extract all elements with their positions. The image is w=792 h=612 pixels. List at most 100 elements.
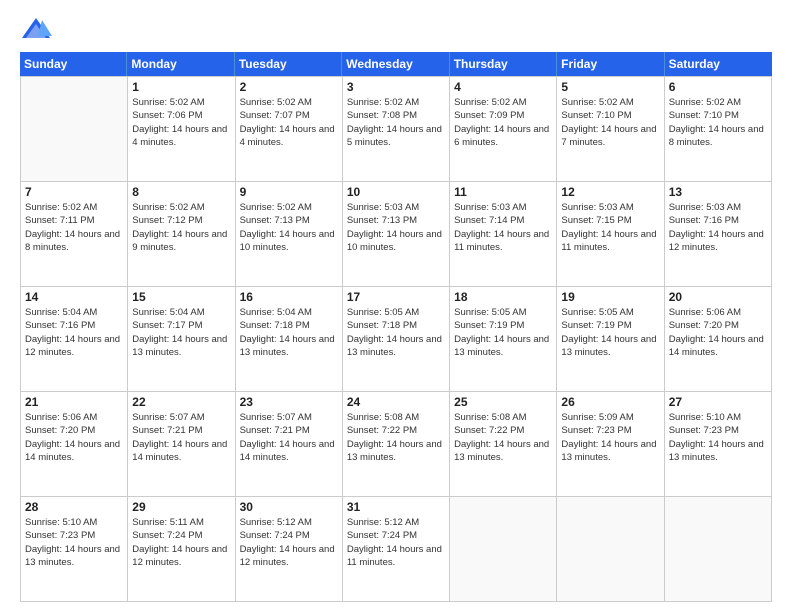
- day-number: 24: [347, 395, 445, 409]
- calendar-cell: 10 Sunrise: 5:03 AMSunset: 7:13 PMDayligh…: [343, 182, 450, 287]
- calendar-cell: 26 Sunrise: 5:09 AMSunset: 7:23 PMDayligh…: [557, 392, 664, 497]
- logo: [20, 16, 56, 44]
- calendar-cell: 28 Sunrise: 5:10 AMSunset: 7:23 PMDayligh…: [21, 497, 128, 602]
- calendar-cell: [450, 497, 557, 602]
- calendar-cell: [21, 77, 128, 182]
- day-number: 13: [669, 185, 767, 199]
- header-cell-saturday: Saturday: [665, 52, 772, 76]
- day-info: Sunrise: 5:05 AMSunset: 7:19 PMDaylight:…: [454, 306, 552, 359]
- calendar-cell: 9Sunrise: 5:02 AMSunset: 7:13 PMDaylight…: [236, 182, 343, 287]
- day-info: Sunrise: 5:02 AMSunset: 7:13 PMDaylight:…: [240, 201, 338, 254]
- day-info: Sunrise: 5:02 AMSunset: 7:11 PMDaylight:…: [25, 201, 123, 254]
- calendar-cell: 24 Sunrise: 5:08 AMSunset: 7:22 PMDayligh…: [343, 392, 450, 497]
- day-number: 2: [240, 80, 338, 94]
- calendar-cell: 1 Sunrise: 5:02 AMSunset: 7:06 PMDaylight…: [128, 77, 235, 182]
- day-number: 25: [454, 395, 552, 409]
- day-info: Sunrise: 5:03 AMSunset: 7:14 PMDaylight:…: [454, 201, 552, 254]
- calendar-cell: 8Sunrise: 5:02 AMSunset: 7:12 PMDaylight…: [128, 182, 235, 287]
- calendar-cell: 12Sunrise: 5:03 AMSunset: 7:15 PMDayligh…: [557, 182, 664, 287]
- calendar-cell: 30 Sunrise: 5:12 AMSunset: 7:24 PMDayligh…: [236, 497, 343, 602]
- day-number: 29: [132, 500, 230, 514]
- day-info: Sunrise: 5:04 AMSunset: 7:18 PMDaylight:…: [240, 306, 338, 359]
- day-info: Sunrise: 5:02 AMSunset: 7:10 PMDaylight:…: [669, 96, 767, 149]
- calendar-cell: 7 Sunrise: 5:02 AMSunset: 7:11 PMDaylight…: [21, 182, 128, 287]
- day-number: 16: [240, 290, 338, 304]
- day-number: 19: [561, 290, 659, 304]
- day-number: 28: [25, 500, 123, 514]
- day-info: Sunrise: 5:02 AMSunset: 7:07 PMDaylight:…: [240, 96, 338, 149]
- calendar-week-1: 1 Sunrise: 5:02 AMSunset: 7:06 PMDaylight…: [21, 77, 772, 182]
- day-number: 1: [132, 80, 230, 94]
- day-number: 15: [132, 290, 230, 304]
- day-info: Sunrise: 5:02 AMSunset: 7:09 PMDaylight:…: [454, 96, 552, 149]
- calendar-cell: 2 Sunrise: 5:02 AMSunset: 7:07 PMDaylight…: [236, 77, 343, 182]
- day-number: 8: [132, 185, 230, 199]
- day-info: Sunrise: 5:08 AMSunset: 7:22 PMDaylight:…: [454, 411, 552, 464]
- day-number: 22: [132, 395, 230, 409]
- day-number: 3: [347, 80, 445, 94]
- calendar-cell: 31 Sunrise: 5:12 AMSunset: 7:24 PMDayligh…: [343, 497, 450, 602]
- calendar-week-3: 14 Sunrise: 5:04 AMSunset: 7:16 PMDayligh…: [21, 287, 772, 392]
- day-number: 6: [669, 80, 767, 94]
- day-number: 7: [25, 185, 123, 199]
- calendar-cell: 16 Sunrise: 5:04 AMSunset: 7:18 PMDayligh…: [236, 287, 343, 392]
- day-info: Sunrise: 5:09 AMSunset: 7:23 PMDaylight:…: [561, 411, 659, 464]
- calendar-cell: 27 Sunrise: 5:10 AMSunset: 7:23 PMDayligh…: [665, 392, 772, 497]
- day-info: Sunrise: 5:11 AMSunset: 7:24 PMDaylight:…: [132, 516, 230, 569]
- day-number: 26: [561, 395, 659, 409]
- day-info: Sunrise: 5:04 AMSunset: 7:17 PMDaylight:…: [132, 306, 230, 359]
- calendar-cell: 25 Sunrise: 5:08 AMSunset: 7:22 PMDayligh…: [450, 392, 557, 497]
- day-info: Sunrise: 5:04 AMSunset: 7:16 PMDaylight:…: [25, 306, 123, 359]
- calendar-header: SundayMondayTuesdayWednesdayThursdayFrid…: [20, 52, 772, 76]
- calendar-week-5: 28 Sunrise: 5:10 AMSunset: 7:23 PMDayligh…: [21, 497, 772, 602]
- day-number: 20: [669, 290, 767, 304]
- day-info: Sunrise: 5:07 AMSunset: 7:21 PMDaylight:…: [132, 411, 230, 464]
- day-info: Sunrise: 5:03 AMSunset: 7:13 PMDaylight:…: [347, 201, 445, 254]
- day-info: Sunrise: 5:12 AMSunset: 7:24 PMDaylight:…: [347, 516, 445, 569]
- calendar-cell: 6 Sunrise: 5:02 AMSunset: 7:10 PMDaylight…: [665, 77, 772, 182]
- day-info: Sunrise: 5:05 AMSunset: 7:18 PMDaylight:…: [347, 306, 445, 359]
- day-number: 11: [454, 185, 552, 199]
- calendar-body: 1 Sunrise: 5:02 AMSunset: 7:06 PMDaylight…: [20, 76, 772, 602]
- calendar-week-4: 21 Sunrise: 5:06 AMSunset: 7:20 PMDayligh…: [21, 392, 772, 497]
- logo-icon: [20, 16, 52, 44]
- day-number: 17: [347, 290, 445, 304]
- calendar-cell: 14 Sunrise: 5:04 AMSunset: 7:16 PMDayligh…: [21, 287, 128, 392]
- day-info: Sunrise: 5:10 AMSunset: 7:23 PMDaylight:…: [25, 516, 123, 569]
- day-number: 14: [25, 290, 123, 304]
- header-cell-tuesday: Tuesday: [235, 52, 342, 76]
- day-info: Sunrise: 5:06 AMSunset: 7:20 PMDaylight:…: [25, 411, 123, 464]
- day-info: Sunrise: 5:02 AMSunset: 7:10 PMDaylight:…: [561, 96, 659, 149]
- calendar-cell: 5 Sunrise: 5:02 AMSunset: 7:10 PMDaylight…: [557, 77, 664, 182]
- calendar-cell: 21 Sunrise: 5:06 AMSunset: 7:20 PMDayligh…: [21, 392, 128, 497]
- calendar-cell: 23Sunrise: 5:07 AMSunset: 7:21 PMDayligh…: [236, 392, 343, 497]
- day-info: Sunrise: 5:02 AMSunset: 7:06 PMDaylight:…: [132, 96, 230, 149]
- header-cell-friday: Friday: [557, 52, 664, 76]
- calendar-cell: [557, 497, 664, 602]
- day-number: 5: [561, 80, 659, 94]
- day-number: 18: [454, 290, 552, 304]
- day-info: Sunrise: 5:07 AMSunset: 7:21 PMDaylight:…: [240, 411, 338, 464]
- calendar-cell: 22 Sunrise: 5:07 AMSunset: 7:21 PMDayligh…: [128, 392, 235, 497]
- day-number: 31: [347, 500, 445, 514]
- day-info: Sunrise: 5:10 AMSunset: 7:23 PMDaylight:…: [669, 411, 767, 464]
- header-cell-wednesday: Wednesday: [342, 52, 449, 76]
- header-cell-monday: Monday: [127, 52, 234, 76]
- page: SundayMondayTuesdayWednesdayThursdayFrid…: [0, 0, 792, 612]
- day-number: 30: [240, 500, 338, 514]
- header: [20, 16, 772, 44]
- day-info: Sunrise: 5:08 AMSunset: 7:22 PMDaylight:…: [347, 411, 445, 464]
- calendar: SundayMondayTuesdayWednesdayThursdayFrid…: [20, 52, 772, 602]
- header-cell-thursday: Thursday: [450, 52, 557, 76]
- day-number: 27: [669, 395, 767, 409]
- calendar-cell: 15 Sunrise: 5:04 AMSunset: 7:17 PMDayligh…: [128, 287, 235, 392]
- day-number: 4: [454, 80, 552, 94]
- day-info: Sunrise: 5:12 AMSunset: 7:24 PMDaylight:…: [240, 516, 338, 569]
- calendar-cell: 4 Sunrise: 5:02 AMSunset: 7:09 PMDaylight…: [450, 77, 557, 182]
- day-number: 10: [347, 185, 445, 199]
- day-number: 21: [25, 395, 123, 409]
- calendar-cell: [665, 497, 772, 602]
- calendar-cell: 29 Sunrise: 5:11 AMSunset: 7:24 PMDayligh…: [128, 497, 235, 602]
- calendar-cell: 11 Sunrise: 5:03 AMSunset: 7:14 PMDayligh…: [450, 182, 557, 287]
- calendar-cell: 18 Sunrise: 5:05 AMSunset: 7:19 PMDayligh…: [450, 287, 557, 392]
